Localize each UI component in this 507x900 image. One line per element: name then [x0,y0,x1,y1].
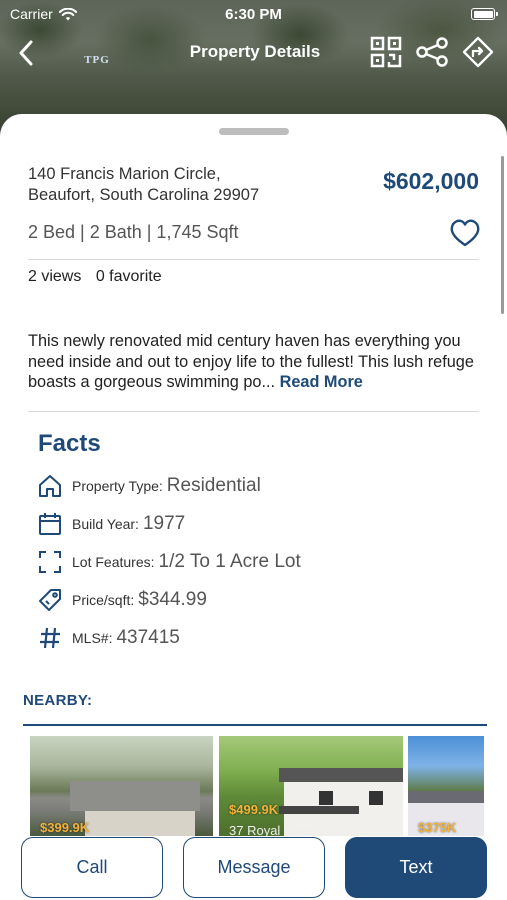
fact-price-per-sqft: Price/sqft: $344.99 [38,586,207,614]
heart-icon [450,219,480,247]
status-time: 6:30 PM [225,5,282,23]
fact-build-year: Build Year: 1977 [38,510,185,538]
page-title: Property Details [189,42,321,61]
favorite-count: 0 favorite [95,268,162,285]
text-button[interactable]: Text [345,837,487,898]
nearby-address: 37 Royal Pines [229,823,317,836]
nearby-card[interactable]: $399.9K [30,736,213,836]
share-icon [416,37,448,67]
divider [28,259,479,260]
property-specs: 2 Bed | 2 Bath | 1,745 Sqft [28,222,239,242]
address-line-1: 140 Francis Marion Circle, [28,165,221,183]
message-button[interactable]: Message [183,837,325,898]
divider [28,411,479,412]
nearby-divider [23,724,487,726]
property-address: 140 Francis Marion Circle, Beaufort, Sou… [28,164,259,206]
call-button[interactable]: Call [21,837,163,898]
qr-code-icon [370,36,402,68]
favorite-button[interactable] [449,218,481,248]
fact-mls: MLS#: 437415 [38,624,180,652]
hash-icon [38,626,62,650]
share-button[interactable] [415,35,449,69]
nearby-card[interactable]: $375K [408,736,484,836]
fact-value: 437415 [116,627,180,648]
tag-icon [38,588,62,612]
nearby-card[interactable]: $499.9K 37 Royal Pines [219,736,403,836]
address-line-2: Beaufort, South Carolina 29907 [28,186,260,204]
nav-bar: TPG Property Details [0,30,507,76]
fact-label: Lot Features: [72,554,155,570]
facts-title: Facts [38,430,101,457]
message-button-label: Message [217,857,291,877]
frame-icon [38,550,62,574]
nearby-title: NEARBY: [23,692,93,709]
read-more-link[interactable]: Read More [280,373,363,391]
details-sheet[interactable]: 140 Francis Marion Circle, Beaufort, Sou… [0,114,507,900]
nearby-price: $399.9K [40,820,90,835]
nav-actions [369,35,495,69]
views-count: 2 views [28,268,82,285]
home-icon [38,474,62,498]
fact-value: 1977 [142,513,186,534]
stats-row: 2 views 0 favorite [28,268,162,286]
fact-label: Build Year: [72,516,139,532]
nearby-price: $499.9K [229,802,279,817]
fact-value: Residential [166,475,261,496]
fact-label: Price/sqft: [72,592,135,608]
brand-logo-text: TPG [84,54,110,66]
fact-lot-features: Lot Features: 1/2 To 1 Acre Lot [38,548,301,576]
chevron-left-icon [19,40,33,66]
property-description: This newly renovated mid century haven h… [28,331,483,393]
text-button-label: Text [399,857,433,877]
status-bar: Carrier 6:30 PM [0,0,507,28]
nearby-price: $375K [418,820,457,835]
property-price: $602,000 [383,168,479,194]
qr-code-button[interactable] [369,35,403,69]
calendar-icon [38,512,62,536]
directions-button[interactable] [461,35,495,69]
directions-icon [462,36,494,68]
brand-logo: TPG [78,40,116,66]
fact-value: $344.99 [138,589,207,610]
fact-value: 1/2 To 1 Acre Lot [158,551,301,572]
scrollbar[interactable] [501,156,504,314]
fact-label: Property Type: [72,478,163,494]
battery-icon [471,8,498,20]
back-button[interactable] [12,38,40,68]
call-button-label: Call [76,857,108,877]
sheet-grabber[interactable] [219,128,289,135]
description-text: This newly renovated mid century haven h… [28,332,474,391]
fact-property-type: Property Type: Residential [38,472,261,500]
fact-label: MLS#: [72,630,113,646]
